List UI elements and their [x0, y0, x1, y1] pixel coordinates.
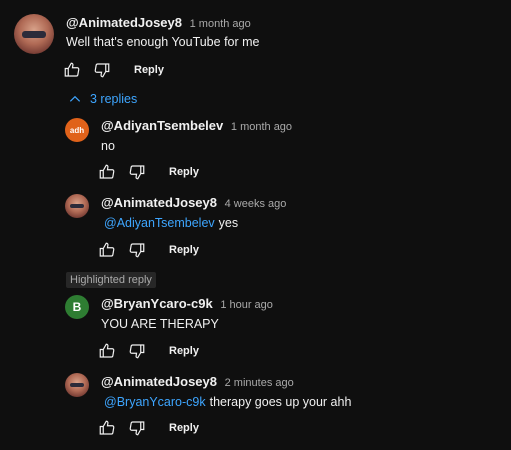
like-icon[interactable]	[97, 162, 117, 182]
comment-actions: Reply	[97, 341, 199, 361]
reply-button[interactable]: Reply	[169, 166, 199, 178]
dislike-icon[interactable]	[92, 60, 112, 80]
comment-text: @BryanYcaro-c9k therapy goes up your ahh	[104, 395, 351, 409]
reply-body: yes	[218, 216, 239, 230]
avatar[interactable]: B	[65, 295, 89, 319]
avatar[interactable]	[14, 14, 54, 54]
avatar[interactable]	[65, 194, 89, 218]
replies-count-label: 3 replies	[90, 92, 138, 106]
comment-author[interactable]: @AnimatedJosey8	[101, 374, 217, 389]
comment-actions: Reply	[97, 240, 199, 260]
reply-button[interactable]: Reply	[134, 64, 164, 76]
reply-button[interactable]: Reply	[169, 244, 199, 256]
dislike-icon[interactable]	[127, 162, 147, 182]
avatar[interactable]: adh	[65, 118, 89, 142]
chevron-up-icon	[69, 95, 81, 102]
comment-time[interactable]: 2 minutes ago	[225, 377, 294, 389]
comment-time[interactable]: 1 month ago	[190, 18, 251, 30]
like-icon[interactable]	[97, 240, 117, 260]
comment-actions: Reply	[97, 162, 199, 182]
comment-text: Well that's enough YouTube for me	[66, 35, 260, 49]
mention-link[interactable]: @AdiyanTsembelev	[104, 216, 215, 230]
comment-author[interactable]: @BryanYcaro-c9k	[101, 296, 213, 311]
comment-actions: Reply	[62, 60, 164, 80]
comment-text: no	[101, 139, 115, 153]
comment-time[interactable]: 1 month ago	[231, 121, 292, 133]
comment-author[interactable]: @AnimatedJosey8	[101, 195, 217, 210]
like-icon[interactable]	[97, 418, 117, 438]
comment-author[interactable]: @AnimatedJosey8	[66, 15, 182, 30]
comment-actions: Reply	[97, 418, 199, 438]
dislike-icon[interactable]	[127, 418, 147, 438]
replies-toggle[interactable]: 3 replies	[68, 92, 137, 106]
dislike-icon[interactable]	[127, 341, 147, 361]
highlighted-reply-badge: Highlighted reply	[66, 272, 156, 288]
avatar-initials: B	[72, 300, 82, 314]
avatar-initials: adh	[69, 125, 85, 135]
dislike-icon[interactable]	[127, 240, 147, 260]
comment-time[interactable]: 4 weeks ago	[225, 198, 287, 210]
like-icon[interactable]	[62, 60, 82, 80]
reply-button[interactable]: Reply	[169, 345, 199, 357]
comment-text: YOU ARE THERAPY	[101, 317, 219, 331]
like-icon[interactable]	[97, 341, 117, 361]
reply-button[interactable]: Reply	[169, 422, 199, 434]
comment-text: @AdiyanTsembelev yes	[104, 216, 238, 230]
avatar[interactable]	[65, 373, 89, 397]
reply-body: therapy goes up your ahh	[209, 395, 352, 409]
mention-link[interactable]: @BryanYcaro-c9k	[104, 395, 206, 409]
comment-author[interactable]: @AdiyanTsembelev	[101, 118, 223, 133]
comment-time[interactable]: 1 hour ago	[220, 299, 273, 311]
